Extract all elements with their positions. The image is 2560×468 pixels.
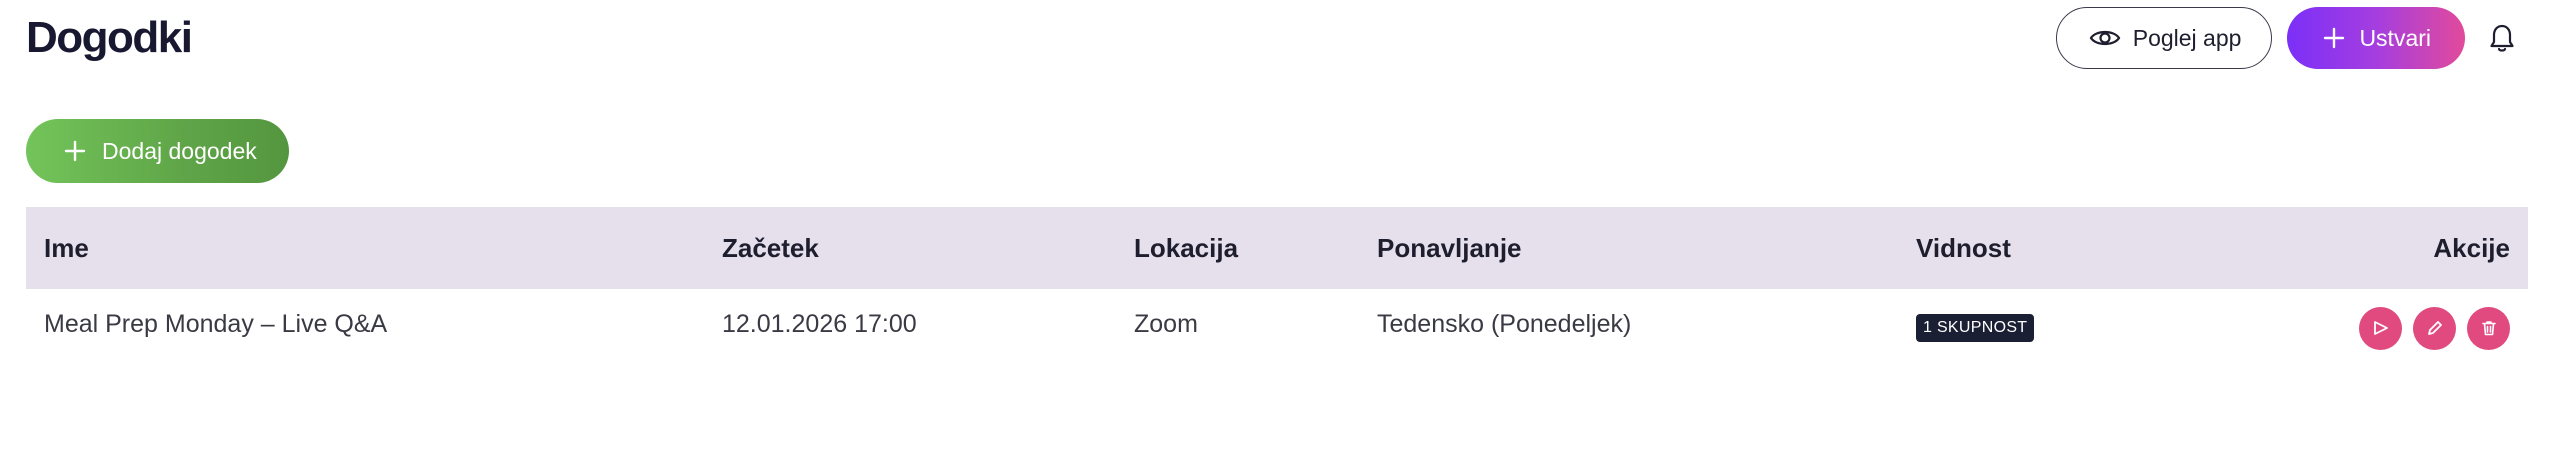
plus-icon	[64, 140, 86, 162]
actions-cell	[2359, 303, 2510, 350]
edit-icon	[2426, 319, 2444, 337]
create-button[interactable]: Ustvari	[2287, 7, 2465, 69]
view-app-label: Poglej app	[2132, 24, 2242, 51]
send-icon	[2372, 319, 2390, 337]
column-header-location[interactable]: Lokacija	[1134, 233, 1238, 264]
delete-button[interactable]	[2467, 306, 2510, 350]
add-event-button[interactable]: Dodaj dogodek	[26, 119, 289, 183]
column-header-name[interactable]: Ime	[44, 233, 89, 264]
column-header-repeat[interactable]: Ponavljanje	[1377, 233, 1522, 264]
column-header-start[interactable]: Začetek	[722, 233, 819, 264]
status-badge: 1 SKUPNOST	[1916, 314, 2035, 342]
events-table: Ime Začetek Lokacija Ponavljanje Vidnost…	[26, 207, 2528, 359]
eye-icon	[2089, 27, 2121, 49]
event-name: Meal Prep Monday – Live Q&A	[44, 309, 388, 338]
create-label: Ustvari	[2359, 24, 2431, 51]
send-button[interactable]	[2359, 306, 2402, 350]
add-event-label: Dodaj dogodek	[102, 137, 257, 164]
column-header-visibility[interactable]: Vidnost	[1916, 233, 2011, 264]
table-row: Meal Prep Monday – Live Q&A 12.01.2026 1…	[26, 289, 2528, 359]
table-header-row: Ime Začetek Lokacija Ponavljanje Vidnost…	[26, 207, 2528, 289]
page-title: Dogodki	[26, 13, 193, 62]
event-repeat: Tedensko (Ponedeljek)	[1377, 309, 1632, 338]
header-actions: Poglej app Ustvari	[2055, 7, 2522, 69]
column-header-actions: Akcije	[2433, 232, 2510, 263]
plus-icon	[2323, 27, 2345, 49]
event-start: 12.01.2026 17:00	[722, 309, 917, 338]
trash-icon	[2480, 319, 2498, 337]
edit-button[interactable]	[2413, 306, 2456, 350]
view-app-button[interactable]: Poglej app	[2055, 7, 2273, 69]
event-location: Zoom	[1134, 309, 1198, 338]
visibility-cell: 1 SKUPNOST	[1916, 308, 2035, 342]
bell-icon[interactable]	[2482, 18, 2522, 58]
